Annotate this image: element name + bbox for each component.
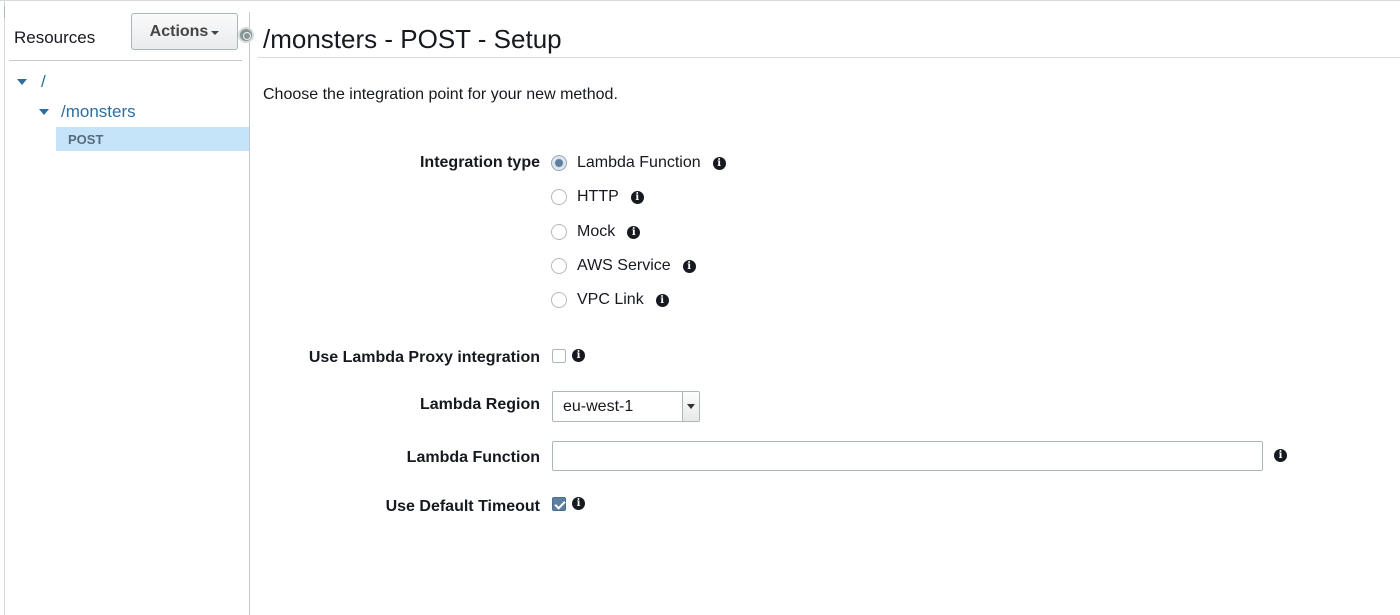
- radio-http[interactable]: HTTP i: [551, 188, 644, 206]
- tree-item-label: /: [41, 72, 46, 91]
- title-divider: [258, 57, 1400, 58]
- chevron-down-icon[interactable]: [682, 392, 699, 421]
- radio-label: HTTP: [577, 188, 619, 205]
- radio-label: Lambda Function: [577, 154, 701, 171]
- information-icon[interactable]: i: [630, 190, 644, 204]
- lambda-function-label: Lambda Function: [406, 449, 540, 466]
- tree-item-post-method[interactable]: POST: [56, 127, 250, 151]
- page-title: /monsters - POST - Setup: [263, 24, 562, 54]
- tree-item-monsters[interactable]: /monsters: [39, 102, 136, 122]
- sidebar-title: Resources: [14, 28, 96, 47]
- information-icon[interactable]: i: [1274, 449, 1287, 462]
- resources-sidebar: Resources Actions / /monsters POST: [5, 0, 250, 615]
- radio-button[interactable]: [551, 224, 567, 240]
- radio-aws-service[interactable]: AWS Service i: [551, 257, 696, 275]
- actions-button[interactable]: Actions: [131, 13, 238, 50]
- radio-label: Mock: [577, 223, 616, 240]
- information-icon[interactable]: i: [682, 259, 696, 273]
- sidebar-collapse-handle[interactable]: [238, 27, 254, 43]
- proxy-integration-label: Use Lambda Proxy integration: [308, 349, 540, 366]
- lambda-region-label: Lambda Region: [419, 396, 540, 413]
- integration-type-label: Integration type: [419, 154, 540, 171]
- lambda-function-input[interactable]: [552, 441, 1263, 471]
- radio-mock[interactable]: Mock i: [551, 223, 641, 241]
- radio-button[interactable]: [551, 258, 567, 274]
- information-icon[interactable]: i: [572, 349, 585, 362]
- information-icon[interactable]: i: [572, 497, 585, 510]
- proxy-integration-checkbox[interactable]: [552, 349, 566, 363]
- intro-text: Choose the integration point for your ne…: [263, 86, 618, 103]
- radio-button[interactable]: [551, 155, 567, 171]
- information-icon[interactable]: i: [712, 156, 726, 170]
- default-timeout-checkbox[interactable]: [552, 497, 566, 511]
- radio-label: AWS Service: [577, 257, 671, 274]
- tree-item-label: POST: [68, 131, 104, 147]
- actions-button-label: Actions: [149, 22, 209, 40]
- lambda-region-value: eu-west-1: [563, 398, 634, 415]
- sidebar-divider: [9, 60, 242, 61]
- radio-button[interactable]: [551, 189, 567, 205]
- caret-down-icon[interactable]: [17, 79, 27, 85]
- default-timeout-label: Use Default Timeout: [385, 498, 540, 515]
- pane-divider: [249, 12, 250, 615]
- information-icon[interactable]: i: [655, 293, 669, 307]
- tree-item-root[interactable]: /: [17, 72, 46, 92]
- lambda-region-select[interactable]: eu-west-1: [552, 391, 700, 422]
- information-icon[interactable]: i: [627, 225, 641, 239]
- tree-item-label: /monsters: [61, 102, 136, 121]
- radio-lambda-function[interactable]: Lambda Function i: [551, 154, 726, 172]
- chevron-down-icon: [211, 30, 220, 35]
- radio-vpc-link[interactable]: VPC Link i: [551, 291, 669, 309]
- caret-down-icon[interactable]: [39, 109, 49, 115]
- radio-label: VPC Link: [577, 291, 644, 308]
- radio-button[interactable]: [551, 292, 567, 308]
